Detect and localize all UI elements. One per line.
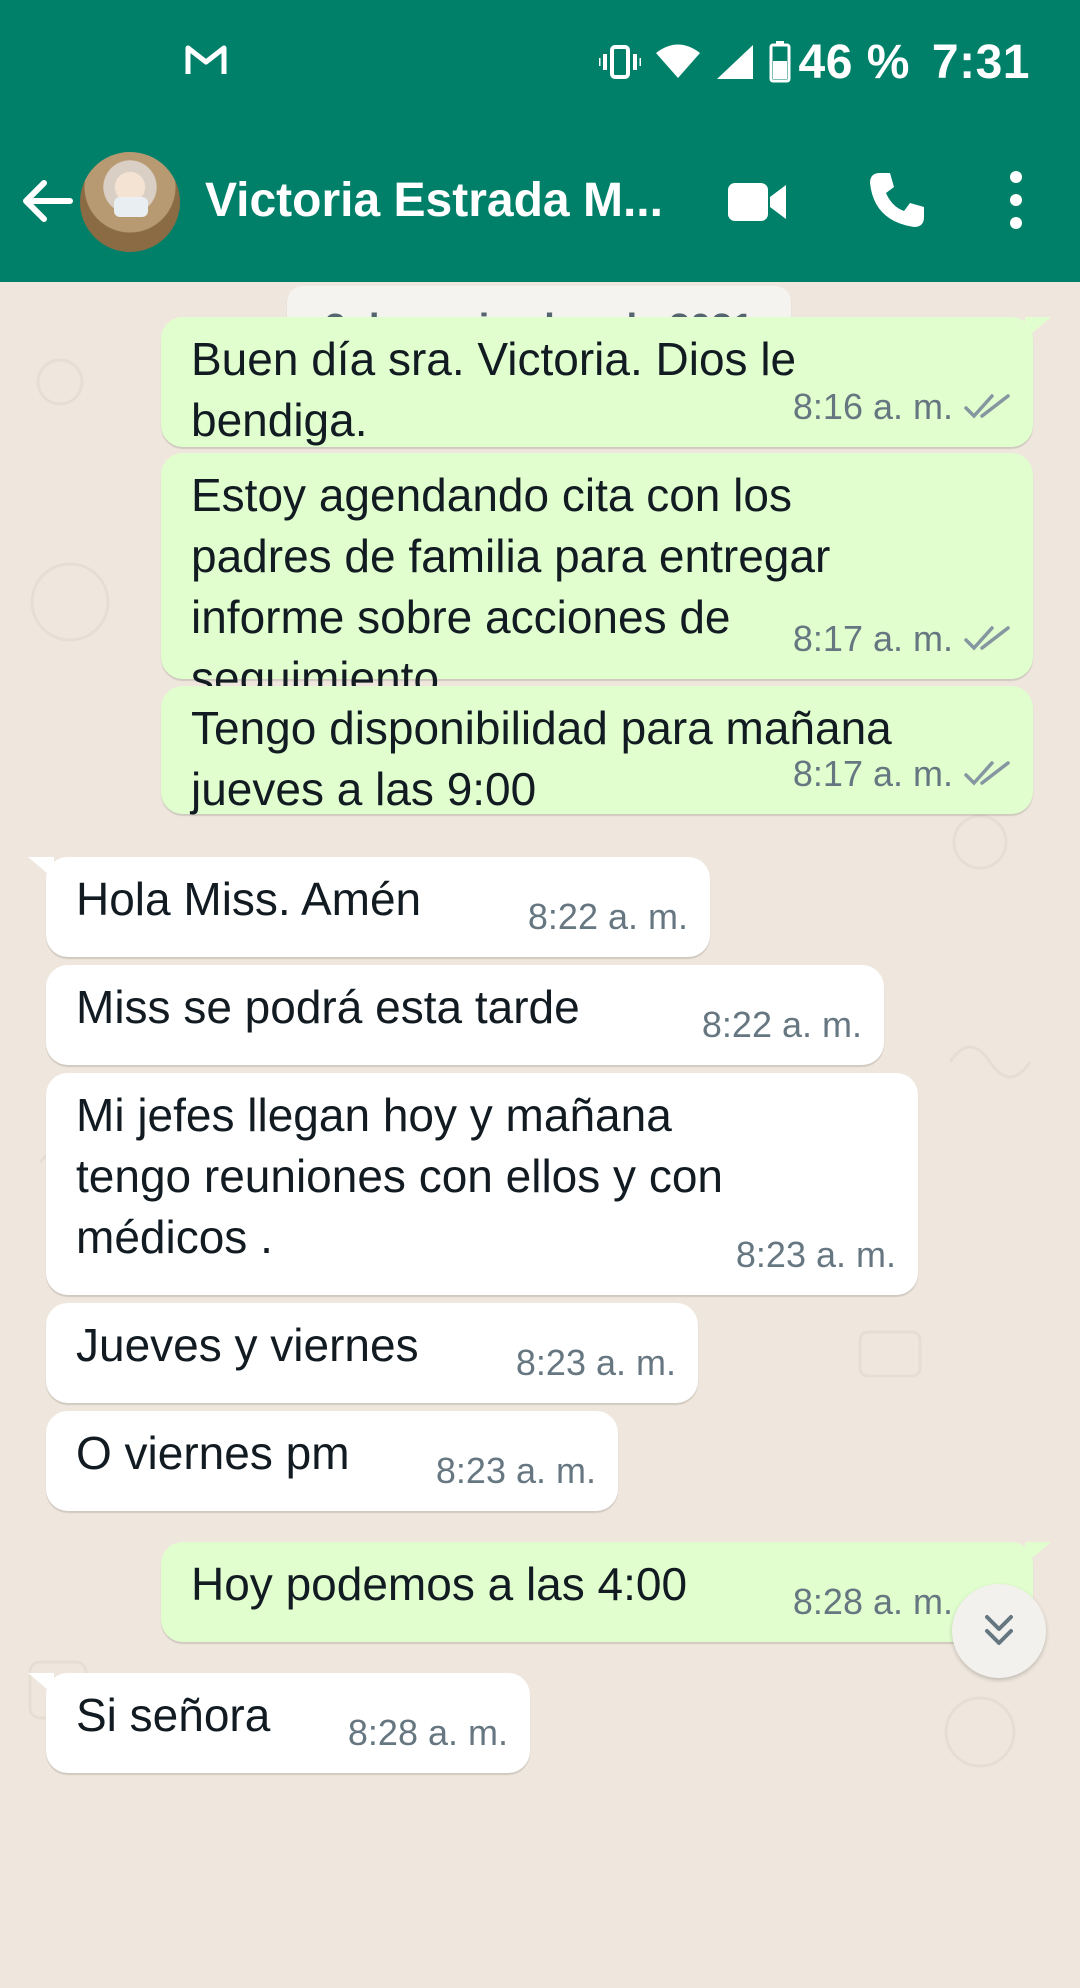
status-bar: 46 % 7:31 [0,0,1080,125]
gmail-icon [185,45,227,74]
clock: 7:31 [931,35,1030,89]
message-time: 8:28 a. m. [347,1712,508,1753]
message-time: 8:23 a. m. [515,1342,676,1383]
message-time: 8:23 a. m. [435,1450,596,1491]
message-text: Estoy agendando cita con los padres de f… [191,469,831,704]
message-time: 8:28 a. m. [792,1581,953,1622]
message-incoming[interactable]: Miss se podrá esta tarde 8:22 a. m. [46,965,884,1065]
message-outgoing[interactable]: Hoy podemos a las 4:00 8:28 a. m. [161,1542,1051,1642]
read-ticks-icon [964,393,1010,419]
read-ticks-icon [964,760,1010,786]
message-time: 8:22 a. m. [701,1004,862,1045]
message-time: 8:16 a. m. [792,386,953,427]
phone-icon[interactable] [866,169,926,231]
message-meta: 8:22 a. m. [528,886,688,947]
avatar[interactable] [80,152,180,252]
message-outgoing[interactable]: Estoy agendando cita con los padres de f… [161,453,1033,704]
message-incoming[interactable]: Mi jefes llegan hoy y mañana tengo reuni… [46,1073,918,1295]
message-outgoing[interactable]: Tengo disponibilidad para mañana jueves … [161,686,1033,815]
video-call-icon[interactable] [726,177,788,227]
back-arrow-icon[interactable] [18,173,74,229]
message-meta: 8:16 a. m. [793,376,1011,437]
message-outgoing[interactable]: Buen día sra. Victoria. Dios le bendiga.… [161,317,1051,447]
message-meta: 8:22 a. m. [702,994,862,1055]
double-chevron-down-icon [985,1615,1013,1645]
more-vert-icon[interactable] [996,167,1036,233]
message-time: 8:23 a. m. [735,1234,896,1275]
message-time: 8:17 a. m. [792,618,953,659]
message-incoming[interactable]: O viernes pm 8:23 a. m. [46,1411,618,1511]
app-top-bar: 46 % 7:31 Victoria Estrada M... [0,0,1080,282]
chat-header: Victoria Estrada M... [0,125,1080,282]
message-meta: 8:17 a. m. [793,608,1011,669]
message-incoming[interactable]: Hola Miss. Amén 8:22 a. m. [28,857,710,957]
message-meta: 8:23 a. m. [516,1332,676,1393]
battery-icon [769,41,791,83]
message-incoming[interactable]: Si señora 8:28 a. m. [28,1673,530,1773]
message-meta: 8:28 a. m. [348,1702,508,1763]
message-meta: 8:17 a. m. [793,743,1011,804]
signal-icon [715,43,755,81]
scroll-to-bottom-button[interactable] [952,1584,1046,1678]
read-ticks-icon [964,625,1010,651]
message-meta: 8:23 a. m. [436,1440,596,1501]
wifi-icon [655,44,701,80]
battery-percent: 46 % [798,35,910,89]
message-time: 8:22 a. m. [527,896,688,937]
message-incoming[interactable]: Jueves y viernes 8:23 a. m. [46,1303,698,1403]
message-meta: 8:23 a. m. [736,1224,896,1285]
vibrate-icon [598,44,641,80]
message-time: 8:17 a. m. [792,753,953,794]
chat-area[interactable]: 3 de noviembre de 2021 Buen día sra. Vic… [0,282,1080,1988]
contact-name[interactable]: Victoria Estrada M... [205,173,675,228]
